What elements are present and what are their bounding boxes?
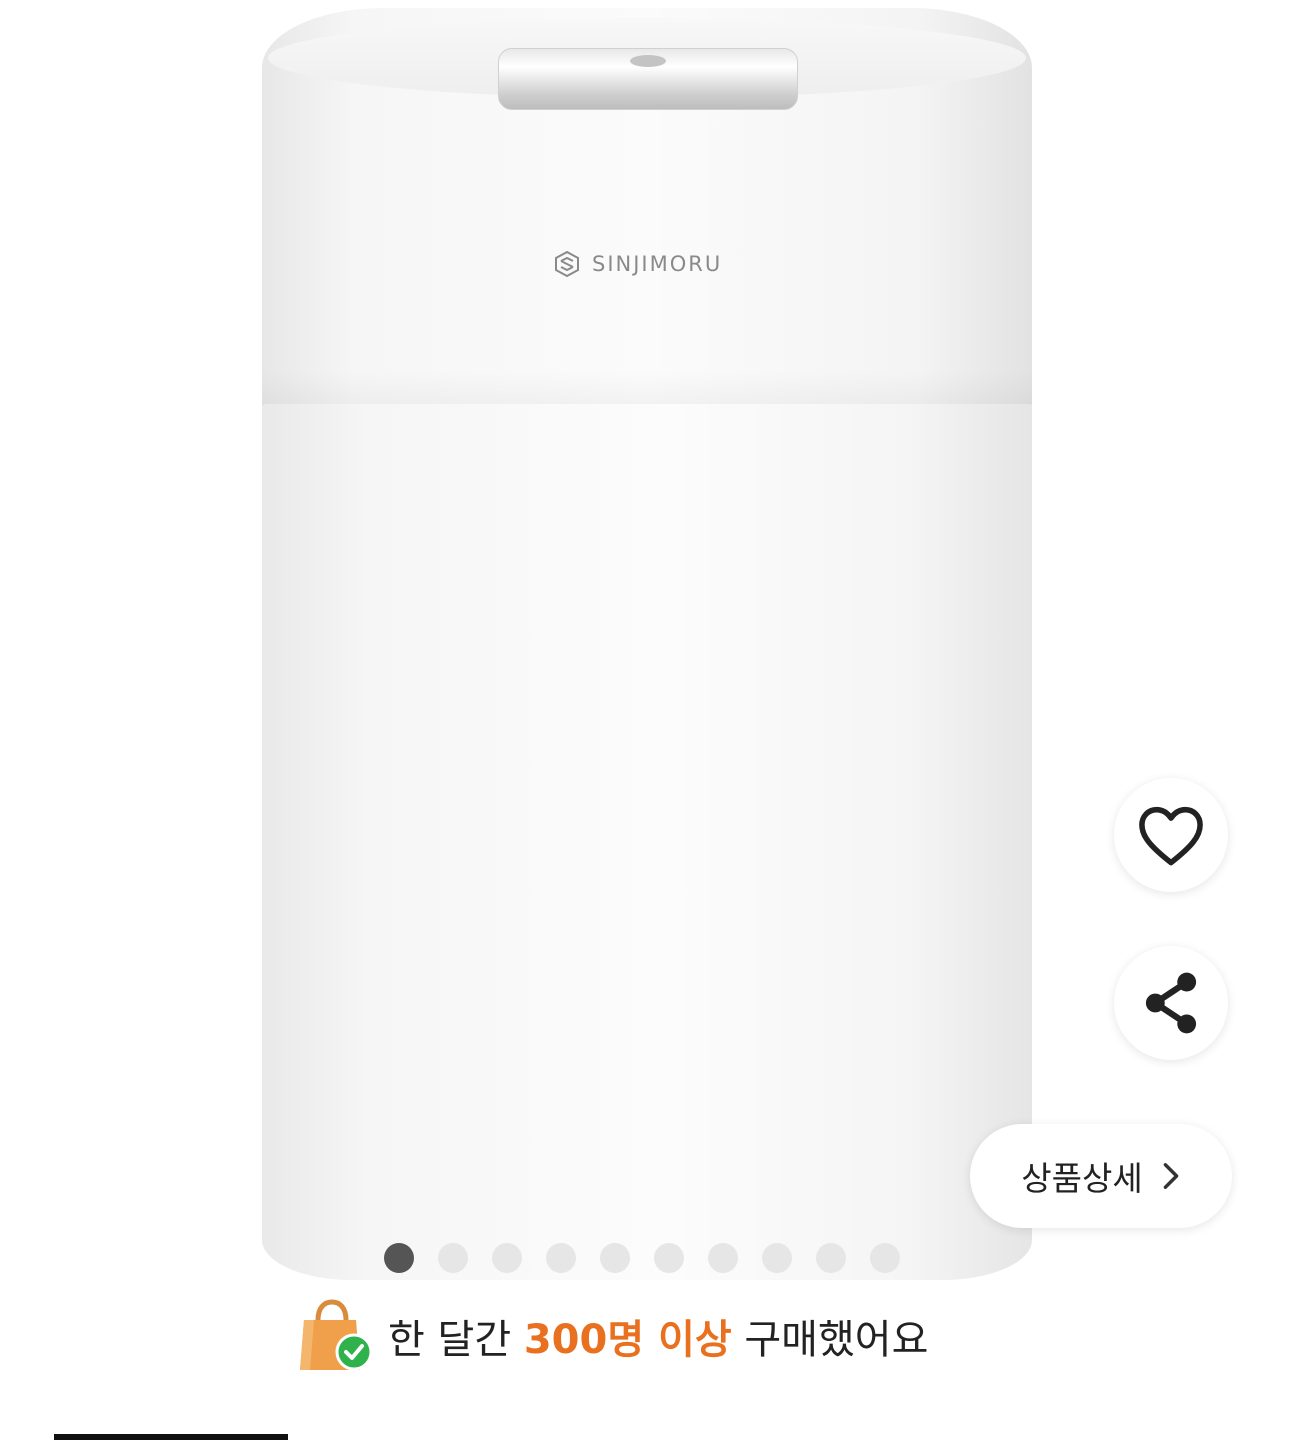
share-icon <box>1145 972 1197 1034</box>
carousel-dot[interactable] <box>492 1243 522 1273</box>
active-tab-indicator <box>54 1434 288 1440</box>
purchase-count-banner: 한 달간 300명 이상 구매했어요 <box>296 1298 928 1374</box>
product-image-gallery[interactable]: SINJIMORU 상품상세 <box>0 0 1289 1290</box>
brand-name: SINJIMORU <box>592 252 723 276</box>
carousel-dot[interactable] <box>870 1243 900 1273</box>
carousel-dot[interactable] <box>438 1243 468 1273</box>
share-button[interactable] <box>1114 946 1228 1060</box>
carousel-dot[interactable] <box>600 1243 630 1273</box>
banner-suffix: 구매했어요 <box>731 1317 929 1363</box>
humidifier-lid: SINJIMORU <box>262 8 1032 418</box>
carousel-dot[interactable] <box>816 1243 846 1273</box>
carousel-dot[interactable] <box>384 1243 414 1273</box>
purchase-count-text: 한 달간 300명 이상 구매했어요 <box>388 1307 928 1365</box>
banner-prefix: 한 달간 <box>388 1317 524 1363</box>
brand-logo: SINJIMORU <box>552 244 722 284</box>
favorite-button[interactable] <box>1114 778 1228 892</box>
banner-highlight: 300명 이상 <box>523 1317 732 1363</box>
carousel-dot[interactable] <box>654 1243 684 1273</box>
mist-nozzle <box>498 48 798 110</box>
product-detail-label: 상품상세 <box>1021 1159 1143 1198</box>
chevron-right-icon <box>1163 1163 1179 1189</box>
heart-icon <box>1139 806 1203 866</box>
product-image: SINJIMORU <box>262 0 1032 1290</box>
carousel-dot[interactable] <box>762 1243 792 1273</box>
carousel-dot[interactable] <box>708 1243 738 1273</box>
shopping-bag-check-icon <box>300 1299 373 1371</box>
carousel-dot[interactable] <box>546 1243 576 1273</box>
humidifier-tank <box>262 404 1032 1280</box>
product-detail-button[interactable]: 상품상세 <box>970 1124 1232 1228</box>
carousel-pagination <box>384 1243 900 1273</box>
brand-logo-icon <box>555 250 579 278</box>
